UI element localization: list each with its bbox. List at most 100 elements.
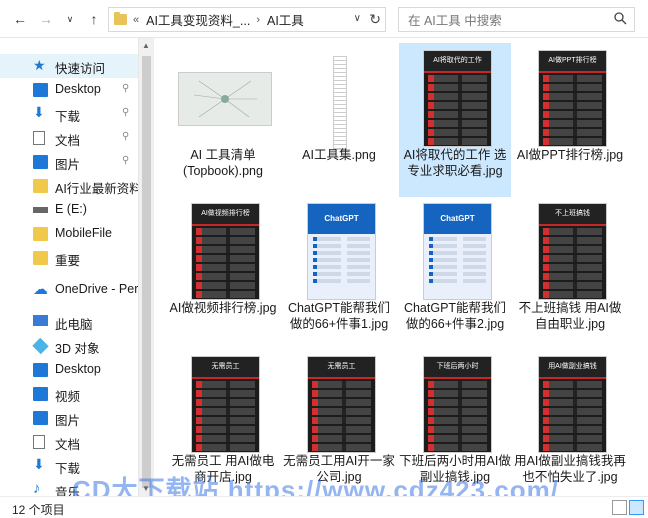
thumbnail-row	[196, 246, 255, 253]
thumbnail-row	[543, 228, 602, 235]
thumbnail-row	[543, 264, 602, 271]
search-input[interactable]: 在 AI工具 中搜索	[408, 10, 502, 29]
file-item[interactable]: AI 工具清单(Topbook).png	[167, 43, 279, 197]
file-thumbnail: AI做PPT排行榜	[539, 51, 606, 146]
file-thumbnail: ChatGPT	[308, 204, 375, 299]
thumbnail-row	[196, 237, 255, 244]
refresh-button[interactable]: ↻	[369, 11, 381, 28]
3d-objects-icon	[32, 337, 49, 355]
navigation-pane-scrollbar[interactable]: ▲ ▼	[138, 38, 154, 496]
pictures-icon	[33, 411, 48, 425]
thumbnail-row	[313, 272, 370, 276]
file-name: AI做PPT排行榜.jpg	[516, 148, 624, 162]
file-item[interactable]: AI将取代的工作 AI将取代的工作 选专业求职必看.jpg	[399, 43, 511, 197]
up-button[interactable]: ↑	[84, 9, 104, 29]
pictures-icon	[33, 155, 48, 169]
scroll-up-arrow-icon[interactable]: ▲	[142, 41, 150, 50]
sidebar-item[interactable]: MobileFile	[0, 222, 138, 246]
star-icon: ★	[33, 57, 46, 73]
large-icons-view-button[interactable]	[629, 500, 644, 515]
file-name: ChatGPT能帮我们做的66+件事2.jpg	[403, 301, 507, 331]
file-thumbnail	[179, 73, 271, 125]
sidebar-item[interactable]: ★ 快速访问	[0, 54, 138, 78]
thumbnail-row	[196, 291, 255, 298]
sidebar-item[interactable]: 此电脑	[0, 310, 138, 334]
thumbnail-title: 无需员工	[192, 357, 259, 379]
thumbnail-row	[196, 408, 255, 415]
sidebar-item[interactable]: ☁ OneDrive - Pers	[0, 278, 138, 302]
sidebar-item-label: 重要	[55, 254, 81, 268]
sidebar-item[interactable]: 重要	[0, 246, 138, 270]
thumbnail-title: 无需员工	[308, 357, 375, 379]
search-box[interactable]: 在 AI工具 中搜索	[398, 7, 635, 32]
thumbnail-row	[429, 251, 486, 255]
address-dropdown-button[interactable]: ∨	[354, 13, 361, 24]
sidebar-item[interactable]: 文档 ⚲	[0, 126, 138, 150]
sidebar-item[interactable]: Desktop ⚲	[0, 78, 138, 102]
file-name: AI工具集.png	[302, 148, 376, 162]
file-item[interactable]: AI做视频排行榜 AI做视频排行榜.jpg	[167, 196, 279, 350]
sidebar-item[interactable]: 图片 ⚲	[0, 150, 138, 174]
thumbnail-row	[543, 102, 602, 109]
breadcrumb-current[interactable]: AI工具	[267, 10, 304, 29]
thumbnail-row	[543, 138, 602, 145]
sidebar-item-label: Desktop	[55, 82, 101, 96]
file-name: AI 工具清单(Topbook).png	[183, 148, 263, 178]
computer-icon	[33, 315, 48, 326]
thumbnail-row	[428, 93, 487, 100]
thumbnail-row	[543, 273, 602, 280]
breadcrumb-overflow[interactable]: «	[133, 14, 139, 26]
sidebar-item[interactable]: AI行业最新资料	[0, 174, 138, 198]
thumbnail-row	[543, 237, 602, 244]
document-icon	[33, 435, 45, 449]
sidebar-item[interactable]: 3D 对象	[0, 334, 138, 358]
address-bar[interactable]: « AI工具变现资料_... › AI工具 ∨ ↻	[108, 7, 386, 32]
thumbnail-row	[313, 265, 370, 269]
sidebar-item-label: 3D 对象	[55, 342, 100, 356]
file-item[interactable]: 不上班搞钱 不上班搞钱 用AI做自由职业.jpg	[514, 196, 626, 350]
thumbnail-row	[428, 426, 487, 433]
details-view-button[interactable]	[612, 500, 627, 515]
file-name: AI做视频排行榜.jpg	[169, 301, 277, 315]
thumbnail-row	[428, 84, 487, 91]
thumbnail-row	[543, 84, 602, 91]
thumbnail-row	[196, 255, 255, 262]
breadcrumb-separator[interactable]: ›	[256, 14, 260, 26]
thumbnail-row	[543, 282, 602, 289]
sidebar-item-label: 文档	[55, 438, 81, 452]
sidebar-item[interactable]: Desktop	[0, 358, 138, 382]
file-thumbnail: 无需员工	[308, 357, 375, 452]
forward-button[interactable]: →	[36, 9, 56, 29]
folder-icon	[33, 251, 48, 265]
sidebar-item[interactable]: 图片	[0, 406, 138, 430]
thumbnail-row	[196, 435, 255, 442]
file-name: ChatGPT能帮我们做的66+件事1.jpg	[287, 301, 391, 331]
desktop-icon	[33, 363, 48, 377]
video-icon	[33, 387, 48, 401]
thumbnail-row	[543, 246, 602, 253]
sidebar-item[interactable]: E (E:)	[0, 198, 138, 222]
thumbnail-row	[428, 381, 487, 388]
thumbnail-row	[196, 381, 255, 388]
scrollbar-thumb[interactable]	[142, 56, 151, 488]
sidebar-item[interactable]: 视频	[0, 382, 138, 406]
file-thumbnail: 下班后两小时	[424, 357, 491, 452]
thumbnail-title: 用AI做副业搞钱	[539, 357, 606, 379]
sidebar-item[interactable]: 文档	[0, 430, 138, 454]
thumbnail-row	[428, 444, 487, 451]
back-button[interactable]: ←	[10, 9, 30, 29]
file-item[interactable]: AI工具集.png	[283, 43, 395, 197]
document-icon	[33, 131, 45, 145]
forward-arrow-icon: →	[39, 11, 53, 27]
sidebar-item[interactable]: ⬇ 下载 ⚲	[0, 102, 138, 126]
sidebar-item-label: 图片	[55, 414, 81, 428]
thumbnail-row	[312, 390, 371, 397]
file-item[interactable]: AI做PPT排行榜 AI做PPT排行榜.jpg	[514, 43, 626, 197]
recent-locations-button[interactable]: ∨	[60, 9, 80, 29]
file-item[interactable]: ChatGPT ChatGPT能帮我们做的66+件事1.jpg	[283, 196, 395, 350]
file-item[interactable]: ChatGPT ChatGPT能帮我们做的66+件事2.jpg	[399, 196, 511, 350]
breadcrumb-parent[interactable]: AI工具变现资料_...	[146, 10, 250, 29]
thumbnail-row	[196, 273, 255, 280]
thumbnail-row	[543, 75, 602, 82]
sidebar-item-label: AI行业最新资料	[55, 182, 138, 196]
